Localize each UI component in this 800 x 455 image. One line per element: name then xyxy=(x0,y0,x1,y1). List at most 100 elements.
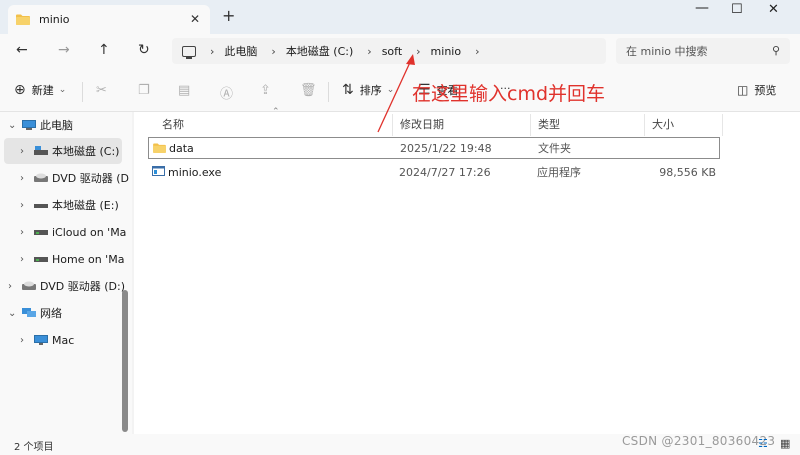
column-header-name[interactable]: 名称 xyxy=(162,116,184,132)
file-modified: 2024/7/27 17:26 xyxy=(399,165,491,179)
breadcrumb-minio[interactable]: minio xyxy=(431,45,462,58)
tree-item-this-pc[interactable]: ⌄ 此电脑 xyxy=(8,112,73,138)
table-row[interactable]: data 2025/1/22 19:48 文件夹 xyxy=(148,137,720,159)
chevron-right-icon[interactable]: › xyxy=(20,254,34,265)
chevron-down-icon[interactable]: ⌄ xyxy=(8,308,22,319)
breadcrumb-local-disk-c[interactable]: 本地磁盘 (C:) xyxy=(286,43,353,59)
tree-item-label: 网络 xyxy=(40,307,62,320)
tree-item-label: iCloud on 'Ma xyxy=(52,225,127,239)
maximize-button[interactable]: ☐ xyxy=(731,2,743,17)
annotation-text: 在这里输入cmd并回车 xyxy=(412,83,606,105)
search-input[interactable]: 在 minio 中搜索 ⚲ xyxy=(616,38,790,64)
back-button[interactable]: ← xyxy=(16,42,28,58)
column-header-type[interactable]: 类型 xyxy=(538,116,560,132)
copy-icon[interactable]: ❐ xyxy=(138,83,150,98)
plus-circle-icon: ⊕ xyxy=(14,82,26,98)
tree-item-label: 本地磁盘 (E:) xyxy=(52,199,119,212)
cut-icon[interactable]: ✂ xyxy=(96,83,107,98)
drive-icon xyxy=(34,146,48,155)
exe-icon xyxy=(152,166,165,176)
chevron-right-icon[interactable]: › xyxy=(20,200,34,211)
delete-icon[interactable]: 🗑 xyxy=(300,83,317,98)
sort-icon: ⇅ xyxy=(342,82,354,98)
tree-item-local-disk-e[interactable]: › 本地磁盘 (E:) xyxy=(20,192,119,218)
tree-item-icloud[interactable]: › iCloud on 'Ma xyxy=(20,219,126,245)
tab-minio[interactable]: minio ✕ xyxy=(8,5,210,34)
network-drive-icon xyxy=(34,230,48,235)
column-divider[interactable] xyxy=(530,114,531,136)
search-placeholder: 在 minio 中搜索 xyxy=(626,45,708,58)
pc-icon xyxy=(22,120,36,130)
preview-pane-icon: ◫ xyxy=(737,83,749,97)
tab-title: minio xyxy=(39,13,70,26)
share-icon[interactable]: ⇪ xyxy=(260,83,271,98)
tree-item-label: Mac xyxy=(52,333,75,347)
column-divider[interactable] xyxy=(644,114,645,136)
chevron-right-icon: › xyxy=(210,44,215,58)
new-tab-button[interactable]: + xyxy=(222,6,235,25)
network-drive-icon xyxy=(34,257,48,262)
tree-item-dvd-d-2[interactable]: › DVD 驱动器 (D:) xyxy=(8,273,125,299)
new-label: 新建 xyxy=(31,84,54,97)
item-count: 2 个项目 xyxy=(14,442,54,453)
file-modified: 2025/1/22 19:48 xyxy=(400,141,492,155)
monitor-icon xyxy=(34,335,48,345)
rename-icon[interactable]: Ⓐ xyxy=(220,83,233,102)
file-type: 应用程序 xyxy=(537,166,581,179)
title-bar: minio ✕ + — ☐ ✕ xyxy=(0,0,800,34)
computer-icon xyxy=(182,45,196,59)
folder-icon xyxy=(16,14,30,25)
chevron-right-icon[interactable]: › xyxy=(8,281,22,292)
tree-item-label: DVD 驱动器 (D:) xyxy=(40,280,126,293)
chevron-right-icon[interactable]: › xyxy=(20,335,34,346)
watermark: CSDN @2301_80360423 xyxy=(622,434,776,448)
scrollbar-thumb[interactable] xyxy=(122,290,128,432)
drive-icon xyxy=(34,204,48,208)
nav-scrollbar[interactable] xyxy=(121,142,129,432)
folder-icon xyxy=(153,143,166,153)
tab-close-icon[interactable]: ✕ xyxy=(190,12,200,26)
preview-label: 预览 xyxy=(754,84,777,97)
column-header-size[interactable]: 大小 xyxy=(652,116,674,132)
table-row[interactable]: minio.exe 2024/7/27 17:26 应用程序 98,556 KB xyxy=(148,161,720,183)
chevron-down-icon: ⌄ xyxy=(58,85,67,95)
chevron-right-icon[interactable]: › xyxy=(20,173,34,184)
chevron-down-icon[interactable]: ⌄ xyxy=(8,120,22,131)
network-icon xyxy=(22,308,36,317)
tree-item-label: 本地磁盘 (C:) xyxy=(52,145,120,158)
navigation-pane: ⌄ 此电脑 › 本地磁盘 (C:) › DVD 驱动器 (D › 本地磁盘 (E… xyxy=(0,112,132,434)
chevron-right-icon[interactable]: › xyxy=(475,45,479,58)
file-type: 文件夹 xyxy=(538,142,571,155)
minimize-button[interactable]: — xyxy=(695,0,709,16)
tree-item-dvd-d[interactable]: › DVD 驱动器 (D xyxy=(20,165,129,191)
details-view-icon[interactable]: ☷ xyxy=(758,437,768,450)
tree-item-network[interactable]: ⌄ 网络 xyxy=(8,300,62,326)
breadcrumb-this-pc[interactable]: 此电脑 xyxy=(224,43,257,59)
refresh-button[interactable]: ↻ xyxy=(138,42,150,58)
search-icon: ⚲ xyxy=(771,44,780,57)
file-name: minio.exe xyxy=(168,165,222,179)
tree-item-local-disk-c[interactable]: › 本地磁盘 (C:) xyxy=(4,138,122,164)
tree-item-label: 此电脑 xyxy=(40,119,73,132)
tree-item-mac[interactable]: › Mac xyxy=(20,327,74,353)
status-bar: 2 个项目 CSDN @2301_80360423 ☷ ▦ xyxy=(0,434,800,455)
chevron-right-icon[interactable]: › xyxy=(20,227,34,238)
chevron-right-icon: › xyxy=(271,44,276,58)
divider xyxy=(82,82,83,102)
file-name: data xyxy=(169,141,194,155)
new-button[interactable]: ⊕ 新建 ⌄ xyxy=(14,82,66,98)
file-size: 98,556 KB xyxy=(659,165,716,179)
column-divider[interactable] xyxy=(722,114,723,136)
forward-button[interactable]: → xyxy=(58,42,70,58)
tree-item-label: Home on 'Ma xyxy=(52,252,125,266)
close-button[interactable]: ✕ xyxy=(768,2,779,17)
file-list: ⌃ 名称 修改日期 类型 大小 data 2025/1/22 19:48 文件夹… xyxy=(134,107,800,434)
tree-item-home[interactable]: › Home on 'Ma xyxy=(20,246,124,272)
chevron-right-icon[interactable]: › xyxy=(20,146,34,157)
preview-button[interactable]: ◫ 预览 xyxy=(737,82,776,98)
dvd-icon xyxy=(34,173,48,182)
paste-icon[interactable]: ▤ xyxy=(178,83,190,98)
tree-item-label: DVD 驱动器 (D xyxy=(52,172,130,185)
tiles-view-icon[interactable]: ▦ xyxy=(780,437,790,450)
up-button[interactable]: ↑ xyxy=(98,42,110,58)
